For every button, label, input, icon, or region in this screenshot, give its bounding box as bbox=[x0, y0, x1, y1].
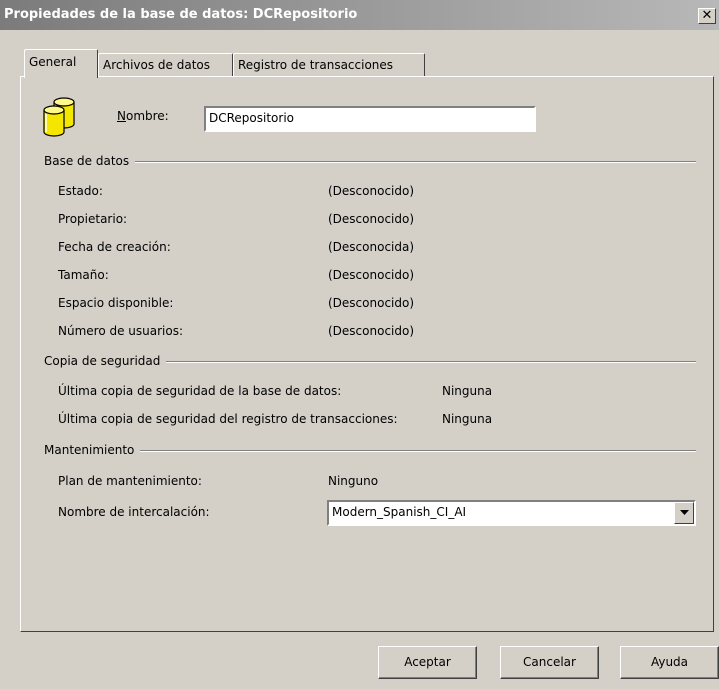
window-title: Propiedades de la base de datos: DCRepos… bbox=[4, 7, 358, 22]
tab-archivos-de-datos[interactable]: Archivos de datos bbox=[98, 53, 233, 77]
backup-group-header: Copia de seguridad bbox=[44, 354, 696, 368]
properties-dialog: Propiedades de la base de datos: DCRepos… bbox=[0, 0, 719, 689]
user-count-label: Número de usuarios: bbox=[58, 324, 184, 338]
size-value: (Desconocido) bbox=[328, 268, 415, 282]
last-db-backup-label: Última copia de seguridad de la base de … bbox=[58, 384, 342, 398]
database-icon bbox=[43, 97, 75, 137]
last-log-backup-label: Última copia de seguridad del registro d… bbox=[58, 412, 398, 426]
close-button[interactable]: ✕ bbox=[698, 8, 716, 24]
title-bar[interactable]: Propiedades de la base de datos: DCRepos… bbox=[0, 0, 719, 30]
owner-label: Propietario: bbox=[58, 212, 128, 226]
creation-date-label: Fecha de creación: bbox=[58, 240, 171, 254]
ok-button[interactable]: Aceptar bbox=[378, 646, 477, 679]
free-space-value: (Desconocido) bbox=[328, 296, 415, 310]
group-divider bbox=[44, 161, 696, 163]
last-log-backup-value: Ninguna bbox=[442, 412, 493, 426]
dropdown-button[interactable] bbox=[674, 502, 694, 524]
collation-value: Modern_Spanish_CI_AI bbox=[332, 505, 467, 519]
maintenance-group-header: Mantenimiento bbox=[44, 443, 696, 457]
tab-registro-de-transacciones[interactable]: Registro de transacciones bbox=[233, 53, 425, 77]
database-group-title: Base de datos bbox=[44, 154, 136, 168]
collation-select[interactable]: Modern_Spanish_CI_AI bbox=[327, 500, 696, 526]
name-input[interactable]: DCRepositorio bbox=[204, 106, 536, 132]
backup-group-title: Copia de seguridad bbox=[44, 354, 167, 368]
user-count-value: (Desconocido) bbox=[328, 324, 415, 338]
tab-general[interactable]: General bbox=[24, 49, 98, 78]
collation-label: Nombre de intercalación: bbox=[58, 505, 210, 519]
database-group-header: Base de datos bbox=[44, 154, 696, 168]
free-space-label: Espacio disponible: bbox=[58, 296, 174, 310]
group-divider bbox=[44, 450, 696, 452]
name-label: Nombre: bbox=[117, 109, 169, 123]
owner-value: (Desconocido) bbox=[328, 212, 415, 226]
cancel-button[interactable]: Cancelar bbox=[500, 646, 599, 679]
chevron-down-icon bbox=[679, 510, 689, 515]
name-label-text: ombre: bbox=[125, 109, 169, 123]
maintenance-plan-label: Plan de mantenimiento: bbox=[58, 474, 202, 488]
status-label: Estado: bbox=[58, 184, 103, 198]
help-button[interactable]: Ayuda bbox=[620, 646, 719, 679]
creation-date-value: (Desconocida) bbox=[328, 240, 415, 254]
name-label-mnemonic: N bbox=[117, 109, 126, 123]
size-label: Tamaño: bbox=[58, 268, 109, 282]
status-value: (Desconocido) bbox=[328, 184, 415, 198]
maintenance-group-title: Mantenimiento bbox=[44, 443, 141, 457]
maintenance-plan-value: Ninguno bbox=[328, 474, 379, 488]
last-db-backup-value: Ninguna bbox=[442, 384, 493, 398]
